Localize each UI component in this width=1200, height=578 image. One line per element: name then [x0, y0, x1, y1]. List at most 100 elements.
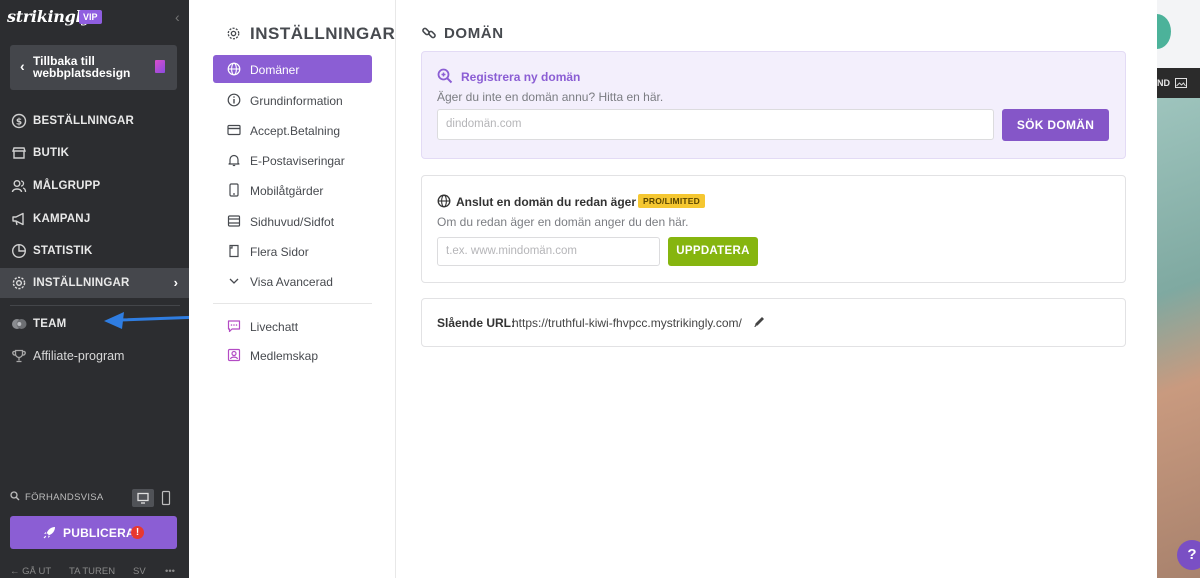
svg-text:$: $: [16, 118, 22, 128]
sidebar-item-label: BESTÄLLNINGAR: [33, 115, 134, 127]
pro-limited-badge: PRO/LIMITED: [638, 194, 705, 208]
site-url-label: Slående URL:: [437, 316, 516, 330]
settings-item-label: Flera Sidor: [250, 245, 309, 259]
dollar-circle-icon: $: [11, 113, 27, 129]
register-domain-card: Registrera ny domän Äger du inte en domä…: [421, 51, 1126, 159]
settings-title: INSTÄLLNINGAR: [250, 24, 396, 43]
gear-icon: [227, 27, 240, 40]
sidebar-item-orders[interactable]: $ BESTÄLLNINGAR: [0, 106, 189, 136]
member-icon: [227, 348, 241, 362]
settings-item-email-notifications[interactable]: E-Postaviseringar: [213, 146, 372, 174]
credit-card-icon: [227, 124, 241, 136]
settings-item-label: Mobilåtgärder: [250, 184, 324, 198]
users-icon: [11, 180, 27, 193]
desktop-preview-button[interactable]: [132, 489, 154, 507]
collapse-sidebar-icon[interactable]: ‹: [175, 9, 180, 25]
sidebar-item-campaign[interactable]: KAMPANJ: [0, 204, 189, 234]
preview-row: FÖRHANDSVISA: [10, 489, 180, 507]
search-plus-icon: [437, 68, 453, 84]
domain-title: DOMÄN: [444, 25, 504, 42]
settings-divider: [213, 303, 372, 304]
settings-item-multiple-pages[interactable]: Flera Sidor: [213, 237, 372, 265]
settings-item-basic-info[interactable]: Grundinformation: [213, 86, 372, 114]
connect-domain-subtitle: Om du redan äger en domän anger du den h…: [437, 215, 689, 229]
preview-label[interactable]: FÖRHANDSVISA: [25, 492, 104, 503]
settings-menu: INSTÄLLNINGAR Domäner Grundinformation A…: [189, 0, 396, 578]
chat-icon: [227, 320, 241, 333]
sidebar-item-label: INSTÄLLNINGAR: [33, 277, 130, 289]
settings-item-payment[interactable]: Accept.Betalning: [213, 116, 372, 144]
settings-item-mobile-actions[interactable]: Mobilåtgärder: [213, 176, 372, 204]
language-link[interactable]: SV: [133, 566, 146, 577]
domain-panel: DOMÄN Registrera ny domän Äger du inte e…: [397, 0, 1157, 578]
editor-sidebar: strikingly VIP ‹ ‹ Tillbaka till webbpla…: [0, 0, 189, 578]
pencil-icon[interactable]: [753, 315, 766, 328]
pie-chart-icon: [11, 243, 27, 259]
settings-item-label: Medlemskap: [250, 349, 319, 363]
sidebar-item-label: Affiliate-program: [33, 349, 125, 363]
exit-link[interactable]: ← GÅ UT: [10, 566, 51, 577]
warning-icon: !: [131, 526, 144, 539]
publish-button[interactable]: PUBLICERA !: [10, 516, 177, 549]
sidebar-item-store[interactable]: BUTIK: [0, 138, 189, 168]
sidebar-item-affiliate[interactable]: Affiliate-program: [0, 341, 189, 371]
sidebar-footer: ← GÅ UT TA TUREN SV •••: [0, 564, 189, 578]
globe-icon: [227, 62, 241, 76]
store-icon: [12, 147, 26, 159]
link-icon: [422, 27, 436, 39]
search-domain-button[interactable]: SÖK DOMÄN: [1002, 109, 1109, 141]
image-icon: [1175, 78, 1187, 88]
preview-hero-image: [1157, 98, 1200, 578]
mobile-preview-icon[interactable]: [159, 490, 173, 506]
connect-domain-card: Anslut en domän du redan äger PRO/LIMITE…: [421, 175, 1126, 283]
search-icon: [10, 491, 20, 501]
strikingly-logo[interactable]: strikingly: [7, 7, 91, 26]
sidebar-item-audience[interactable]: MÅLGRUPP: [0, 171, 189, 201]
settings-item-livechat[interactable]: Livechatt: [213, 312, 372, 340]
publish-label: PUBLICERA: [63, 526, 135, 540]
sidebar-item-statistics[interactable]: STATISTIK: [0, 236, 189, 266]
help-button[interactable]: ?: [1177, 540, 1200, 570]
settings-item-membership[interactable]: Medlemskap: [213, 341, 372, 369]
settings-item-label: Domäner: [250, 63, 300, 77]
pages-icon: [229, 244, 239, 258]
preview-nav-text: ND: [1157, 78, 1170, 88]
bell-icon: [228, 154, 240, 167]
rocket-icon: [43, 527, 55, 539]
settings-item-label: Accept.Betalning: [250, 124, 341, 138]
site-url-card: Slående URL: https://truthful-kiwi-fhvpc…: [421, 298, 1126, 347]
settings-item-header-footer[interactable]: Sidhuvud/Sidfot: [213, 207, 372, 235]
document-icon: [155, 60, 165, 73]
chevron-left-icon: ‹: [20, 58, 25, 74]
preview-nav-bar: ND: [1157, 68, 1200, 98]
settings-item-label: Grundinformation: [250, 94, 343, 108]
site-url-value[interactable]: https://truthful-kiwi-fhvpcc.mystrikingl…: [512, 316, 742, 330]
settings-item-show-advanced[interactable]: Visa Avancerad: [213, 267, 372, 295]
update-domain-button[interactable]: UPPDATERA: [668, 237, 758, 266]
settings-item-label: Visa Avancerad: [250, 275, 333, 289]
back-to-design-button[interactable]: ‹ Tillbaka till webbplatsdesign: [10, 45, 177, 90]
vip-badge: VIP: [79, 10, 102, 24]
megaphone-icon: [12, 212, 24, 226]
sidebar-item-settings[interactable]: INSTÄLLNINGAR ›: [0, 268, 189, 298]
sidebar-item-label: MÅLGRUPP: [33, 180, 101, 192]
desktop-icon: [137, 492, 149, 504]
back-to-design-label: Tillbaka till webbplatsdesign: [33, 54, 131, 80]
layout-icon: [227, 215, 241, 227]
mobile-icon: [229, 183, 239, 197]
sidebar-item-label: BUTIK: [33, 147, 70, 159]
register-domain-title: Registrera ny domän: [461, 70, 581, 84]
tour-link[interactable]: TA TUREN: [69, 566, 115, 577]
custom-domain-input[interactable]: t.ex. www.mindomän.com: [437, 237, 660, 266]
globe-icon: [437, 194, 451, 208]
sidebar-item-label: KAMPANJ: [33, 213, 91, 225]
site-preview-background: ND ?: [1157, 0, 1200, 578]
exit-label: GÅ UT: [22, 566, 52, 577]
settings-item-domains[interactable]: Domäner: [213, 55, 372, 83]
settings-item-label: Livechatt: [250, 320, 299, 334]
team-globe-icon: [12, 319, 27, 329]
sidebar-item-label: STATISTIK: [33, 245, 93, 257]
more-menu-icon[interactable]: •••: [165, 566, 175, 577]
gear-icon: [12, 276, 26, 290]
domain-search-input[interactable]: dindomän.com: [437, 109, 994, 140]
